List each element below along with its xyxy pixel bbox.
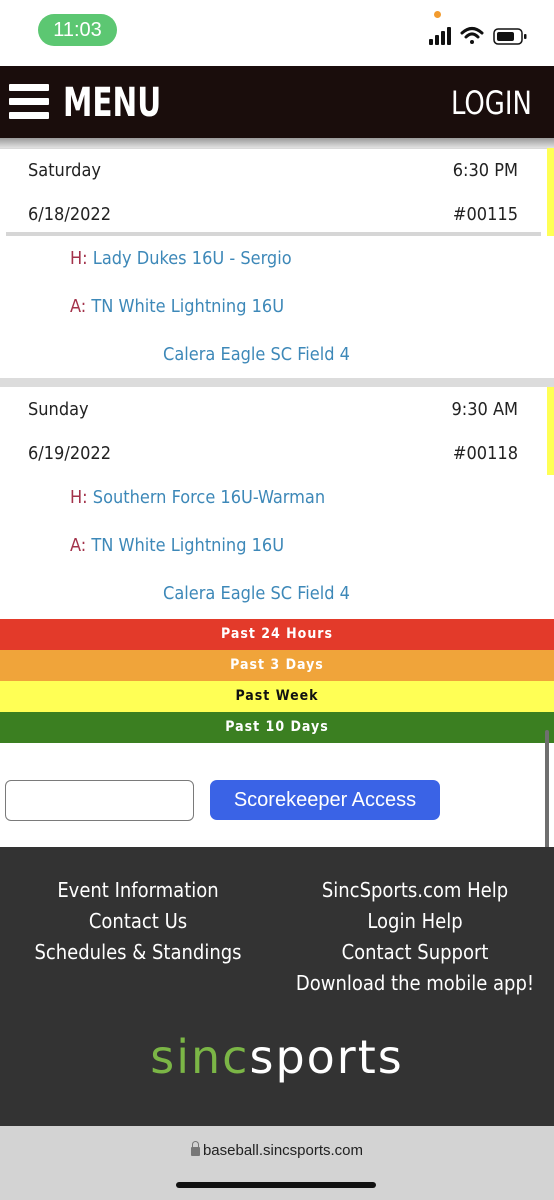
game-card: Saturday 6:30 PM 6/18/2022 #00115 H: Lad…: [0, 148, 554, 378]
scorekeeper-code-input[interactable]: [5, 780, 194, 821]
game-time: 9:30 AM: [451, 399, 518, 420]
scrollbar-thumb[interactable]: [545, 730, 549, 850]
card-separator: [0, 378, 554, 387]
game-day: Saturday: [28, 160, 101, 181]
game-number: #00118: [452, 443, 518, 464]
footer-link-event-information[interactable]: Event Information: [0, 875, 276, 906]
signal-icon: [429, 27, 451, 45]
home-prefix: H:: [70, 487, 88, 508]
away-team-link[interactable]: TN White Lightning 16U: [91, 535, 284, 556]
home-team-row: H: Southern Force 16U-Warman: [70, 487, 325, 508]
footer-link-contact-us[interactable]: Contact Us: [0, 906, 276, 937]
url-text: baseball.sincsports.com: [202, 1142, 364, 1159]
status-time: 11:03: [38, 14, 117, 46]
legend-past-3-days: Past 3 Days: [0, 650, 554, 681]
away-team-row: A: TN White Lightning 16U: [70, 535, 284, 556]
legend-past-10-days: Past 10 Days: [0, 712, 554, 743]
recent-update-marker: [547, 148, 554, 236]
privacy-indicator-dot: [434, 11, 441, 18]
status-icons: [429, 27, 527, 45]
game-number: #00115: [452, 204, 518, 225]
away-team-row: A: TN White Lightning 16U: [70, 296, 284, 317]
sincsports-logo[interactable]: sincsports: [0, 1027, 554, 1087]
card-divider: [6, 232, 541, 236]
legend-past-24-hours: Past 24 Hours: [0, 619, 554, 650]
lock-icon: [190, 1141, 200, 1156]
away-team-link[interactable]: TN White Lightning 16U: [91, 296, 284, 317]
game-date: 6/19/2022: [28, 443, 112, 464]
home-prefix: H:: [70, 248, 88, 269]
away-prefix: A:: [70, 296, 87, 317]
wifi-icon: [460, 27, 484, 44]
browser-url-bar[interactable]: baseball.sincsports.com: [0, 1126, 554, 1200]
menu-button[interactable]: MENU: [63, 75, 161, 131]
site-header: MENU LOGIN: [0, 66, 554, 138]
url-display[interactable]: baseball.sincsports.com: [0, 1141, 554, 1159]
field-link[interactable]: Calera Eagle SC Field 4: [0, 583, 513, 604]
footer-link-download-app[interactable]: Download the mobile app!: [276, 968, 554, 999]
home-team-link[interactable]: Lady Dukes 16U - Sergio: [93, 248, 292, 269]
recent-update-marker: [547, 387, 554, 475]
away-prefix: A:: [70, 535, 87, 556]
login-button[interactable]: LOGIN: [451, 75, 532, 131]
footer-link-contact-support[interactable]: Contact Support: [276, 937, 554, 968]
hamburger-menu-icon[interactable]: [9, 82, 49, 122]
header-shadow: [0, 138, 554, 148]
game-day: Sunday: [28, 399, 89, 420]
home-team-link[interactable]: Southern Force 16U-Warman: [93, 487, 325, 508]
game-date: 6/18/2022: [28, 204, 112, 225]
game-card: Sunday 9:30 AM 6/19/2022 #00118 H: South…: [0, 387, 554, 618]
footer-link-sincsports-help[interactable]: SincSports.com Help: [276, 875, 554, 906]
logo-sinc-text: sinc: [150, 1030, 250, 1084]
battery-icon: [493, 28, 527, 45]
home-team-row: H: Lady Dukes 16U - Sergio: [70, 248, 292, 269]
footer-link-login-help[interactable]: Login Help: [276, 906, 554, 937]
logo-sports-text: sports: [249, 1030, 404, 1084]
game-time: 6:30 PM: [452, 160, 518, 181]
status-bar: 11:03: [0, 0, 554, 66]
field-link[interactable]: Calera Eagle SC Field 4: [0, 344, 513, 365]
home-indicator[interactable]: [176, 1182, 376, 1188]
footer-link-schedules-standings[interactable]: Schedules & Standings: [0, 937, 276, 968]
legend-past-week: Past Week: [0, 681, 554, 712]
scorekeeper-access-button[interactable]: Scorekeeper Access: [210, 780, 440, 820]
